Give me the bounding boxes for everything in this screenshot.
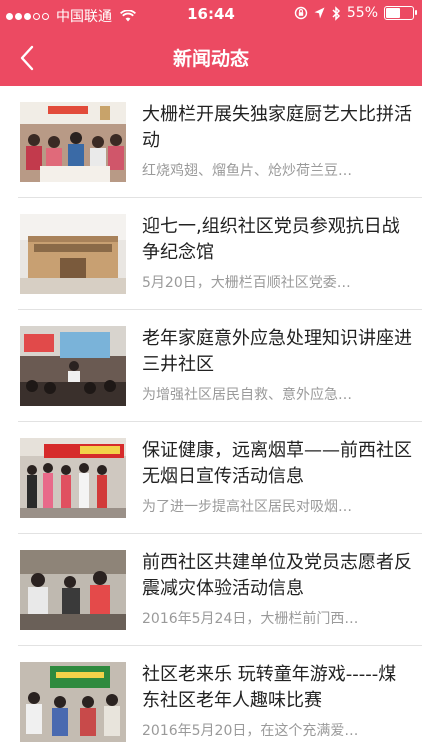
news-title: 保证健康，远离烟草——前西社区无烟日宣传活动信息: [142, 440, 412, 487]
news-thumbnail: [20, 326, 126, 406]
news-item[interactable]: 社区老来乐 玩转童年游戏-----煤东社区老年人趣味比赛 2016年5月20日，…: [18, 646, 422, 750]
news-summary: 2016年5月20日，在这个充满爱…: [142, 723, 359, 739]
news-title: 前西社区共建单位及党员志愿者反震减灾体验活动信息: [142, 552, 412, 599]
news-thumbnail: [20, 102, 126, 182]
navigation-bar: 新闻动态: [0, 30, 422, 86]
news-thumbnail: [20, 550, 126, 630]
news-summary: 2016年5月24日，大栅栏前门西…: [142, 611, 359, 627]
news-summary: 为了进一步提高社区居民对吸烟…: [142, 499, 352, 515]
news-list: 大栅栏开展失独家庭厨艺大比拼活动 红烧鸡翅、熘鱼片、炝炒荷兰豆… 迎七一,组织社…: [0, 86, 422, 750]
location-icon: [314, 7, 325, 18]
news-title: 大栅栏开展失独家庭厨艺大比拼活动: [142, 104, 412, 151]
orientation-lock-icon: [294, 6, 308, 20]
battery-percentage: 55%: [346, 5, 378, 21]
news-thumbnail: [20, 214, 126, 294]
news-item[interactable]: 迎七一,组织社区党员参观抗日战争纪念馆 5月20日，大栅栏百顺社区党委…: [18, 198, 422, 310]
news-item[interactable]: 前西社区共建单位及党员志愿者反震减灾体验活动信息 2016年5月24日，大栅栏前…: [18, 534, 422, 646]
bluetooth-icon: [332, 5, 340, 21]
news-summary: 5月20日，大栅栏百顺社区党委…: [142, 275, 351, 291]
news-thumbnail: [20, 662, 126, 742]
news-summary: 为增强社区居民自救、意外应急…: [142, 387, 352, 403]
header-bar: 中国联通 16:44 55% 新闻动态: [0, 0, 422, 86]
news-summary: 红烧鸡翅、熘鱼片、炝炒荷兰豆…: [142, 163, 352, 179]
news-thumbnail: [20, 438, 126, 518]
page-title: 新闻动态: [172, 48, 249, 70]
news-title: 社区老来乐 玩转童年游戏-----煤东社区老年人趣味比赛: [142, 664, 397, 711]
battery-icon: [384, 6, 417, 20]
news-item[interactable]: 大栅栏开展失独家庭厨艺大比拼活动 红烧鸡翅、熘鱼片、炝炒荷兰豆…: [18, 86, 422, 198]
news-title: 迎七一,组织社区党员参观抗日战争纪念馆: [142, 216, 400, 263]
news-title: 老年家庭意外应急处理知识讲座进三井社区: [142, 328, 412, 375]
news-item[interactable]: 保证健康，远离烟草——前西社区无烟日宣传活动信息 为了进一步提高社区居民对吸烟…: [18, 422, 422, 534]
status-bar: 中国联通 16:44 55%: [0, 0, 422, 30]
news-item[interactable]: 老年家庭意外应急处理知识讲座进三井社区 为增强社区居民自救、意外应急…: [18, 310, 422, 422]
